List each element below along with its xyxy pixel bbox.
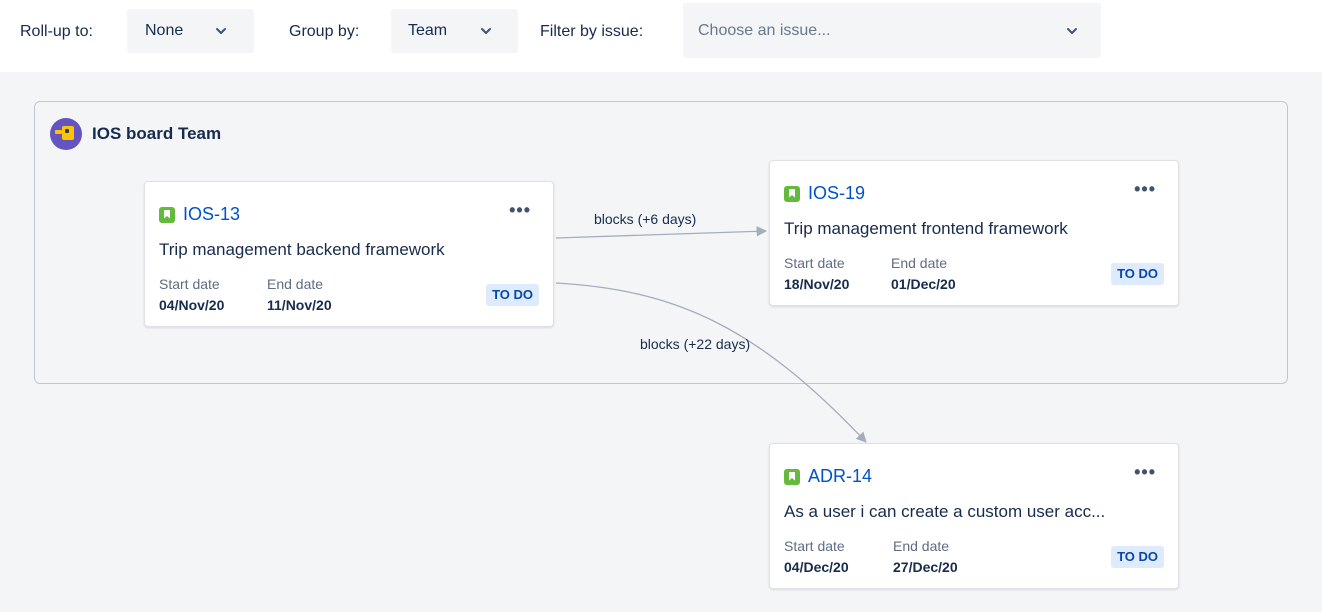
issue-key-link[interactable]: IOS-19 [808,183,865,204]
issue-summary: Trip management backend framework [159,240,445,259]
issue-key-row: IOS-19 [784,183,865,204]
groupby-value: Team [408,22,448,39]
filter-issue-select[interactable]: Choose an issue... [683,3,1101,58]
issue-key-link[interactable]: IOS-13 [183,204,240,225]
rollup-select[interactable]: None [127,9,254,53]
end-date-label: End date [267,276,324,292]
chevron-down-icon [1067,28,1077,34]
filter-label: Filter by issue: [540,23,644,40]
end-date-label: End date [891,255,948,271]
story-icon [784,468,800,485]
rollup-value: None [145,22,184,39]
edge-label: blocks (+22 days) [640,336,751,352]
issue-card[interactable]: IOS-13 ••• Trip management backend frame… [144,181,554,327]
issue-key-row: ADR-14 [784,466,872,487]
issue-summary: As a user i can create a custom user acc… [784,502,1106,521]
start-date-label: Start date [159,276,220,292]
issue-card[interactable]: ADR-14 ••• As a user i can create a cust… [769,443,1179,589]
edge-label: blocks (+6 days) [594,211,697,227]
team-group-header: IOS board Team [50,118,221,150]
issue-summary: Trip management frontend framework [784,219,1068,238]
start-date-label: Start date [784,255,845,271]
issue-key-row: IOS-13 [159,204,240,225]
groupby-label: Group by: [289,23,360,40]
issue-key-link[interactable]: ADR-14 [808,466,872,487]
issue-card[interactable]: IOS-19 ••• Trip management frontend fram… [769,160,1179,306]
more-actions-icon[interactable]: ••• [1134,462,1156,483]
chevron-down-icon [216,28,226,34]
status-badge: TO DO [486,284,539,306]
end-date-value: 27/Dec/20 [893,559,958,575]
start-date-label: Start date [784,538,845,554]
start-date-value: 04/Dec/20 [784,559,849,575]
more-actions-icon[interactable]: ••• [509,200,531,221]
team-title: IOS board Team [92,124,222,143]
groupby-select[interactable]: Team [391,9,518,53]
status-badge: TO DO [1111,263,1164,285]
end-date-value: 11/Nov/20 [267,297,332,313]
toolbar: Roll-up to: None Group by: Team Filter b… [0,0,1322,72]
story-icon [159,206,175,223]
team-avatar-icon [50,118,82,150]
start-date-value: 04/Nov/20 [159,297,225,313]
filter-placeholder: Choose an issue... [698,21,831,39]
end-date-label: End date [893,538,950,554]
end-date-value: 01/Dec/20 [891,276,956,292]
status-badge: TO DO [1111,546,1164,568]
start-date-value: 18/Nov/20 [784,276,850,292]
rollup-label: Roll-up to: [20,23,93,40]
chevron-down-icon [481,28,491,34]
story-icon [784,185,800,202]
more-actions-icon[interactable]: ••• [1134,179,1156,200]
